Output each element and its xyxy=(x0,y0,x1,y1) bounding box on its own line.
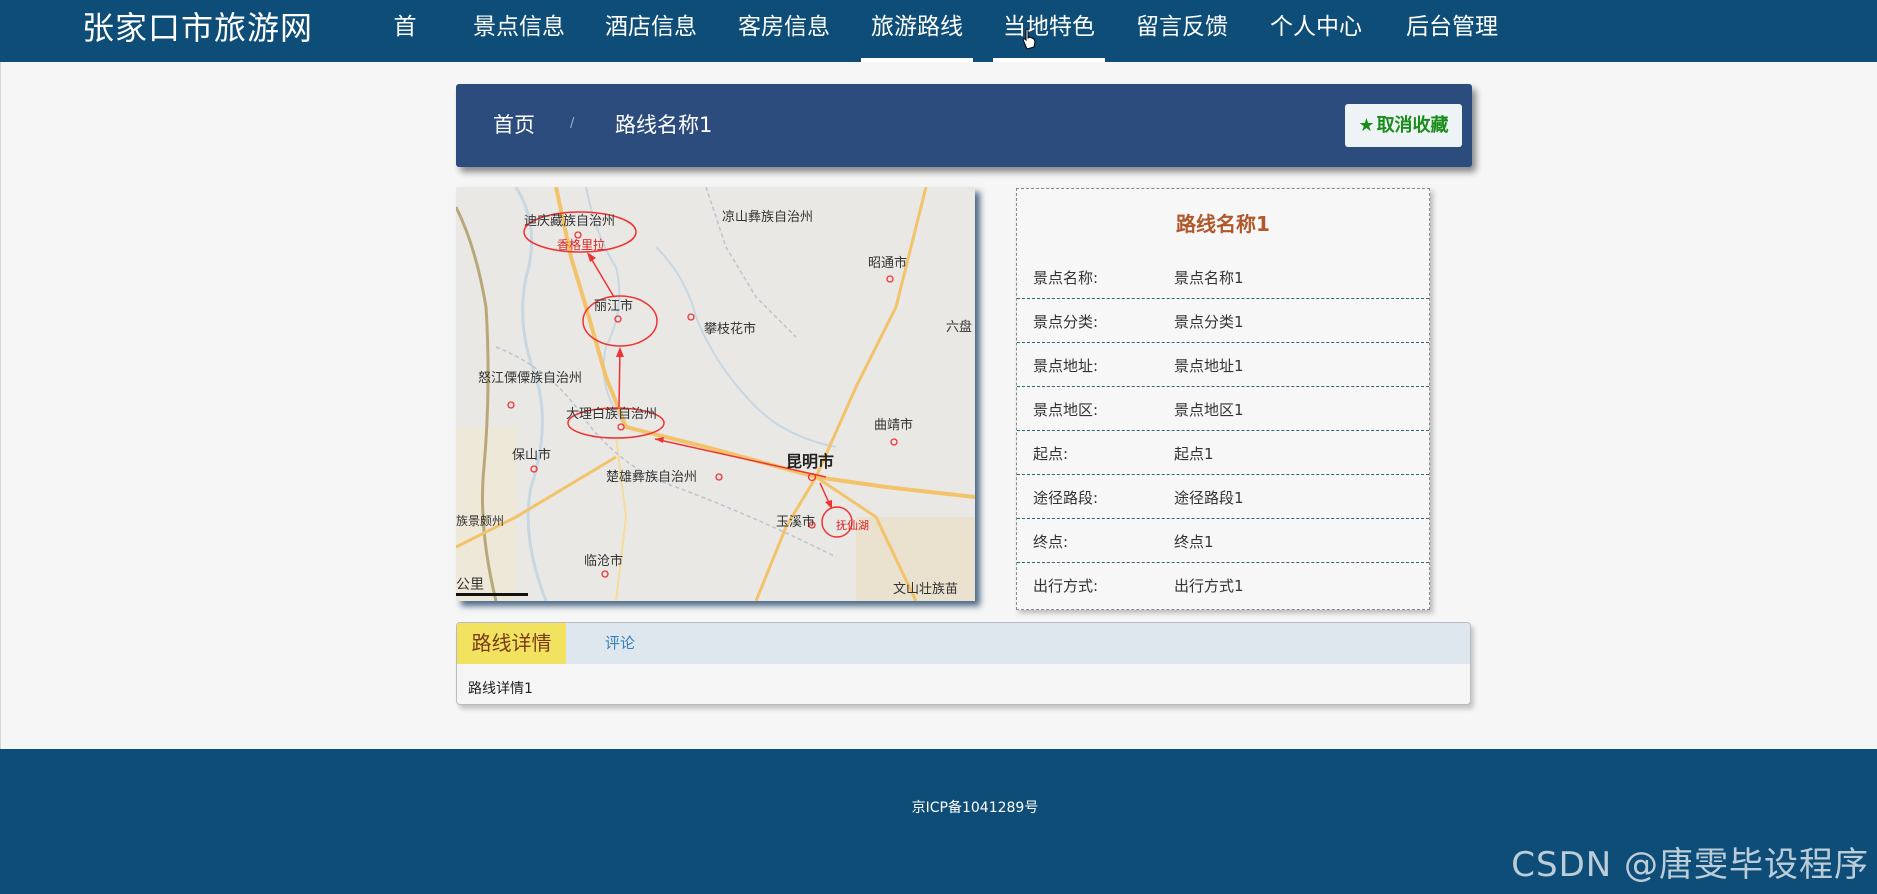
info-label: 景点名称: xyxy=(1033,269,1099,287)
breadcrumb-current: 路线名称1 xyxy=(615,113,713,137)
nav-local-specialty[interactable]: 当地特色 xyxy=(993,0,1105,62)
star-icon: ★ xyxy=(1358,115,1375,136)
info-value: 景点名称1 xyxy=(1174,269,1244,287)
info-row-end-point: 终点: 终点1 xyxy=(1017,519,1429,563)
map-label: 丽江市 xyxy=(594,298,633,314)
route-title: 路线名称1 xyxy=(1176,212,1270,236)
nav-feedback[interactable]: 留言反馈 xyxy=(1136,0,1228,62)
tab-comments[interactable]: 评论 xyxy=(605,623,635,664)
map-label: 楚雄彝族自治州 xyxy=(606,469,697,485)
nav-home[interactable]: 首页 xyxy=(383,0,427,94)
info-value: 途径路段1 xyxy=(1174,489,1244,507)
site-title[interactable]: 张家口市旅游网 xyxy=(82,8,313,48)
info-row-scenic-address: 景点地址: 景点地址1 xyxy=(1017,343,1429,387)
map-label: 攀枝花市 xyxy=(704,321,756,337)
top-navbar: 张家口市旅游网 首页 景点信息 酒店信息 客房信息 旅游路线 当地特色 留言反馈… xyxy=(0,0,1877,94)
info-value: 起点1 xyxy=(1174,445,1214,463)
breadcrumb: 首页 / 路线名称1 ★ 取消收藏 xyxy=(456,84,1472,167)
tab-strip: 路线详情 评论 xyxy=(457,623,1470,664)
info-label: 终点: xyxy=(1033,533,1069,551)
cancel-favorite-button[interactable]: ★ 取消收藏 xyxy=(1345,104,1462,147)
map-label: 临沧市 xyxy=(584,553,623,569)
map-label: 昭通市 xyxy=(868,255,907,271)
map-label: 族景颇州 xyxy=(456,513,504,528)
info-value: 景点分类1 xyxy=(1174,313,1244,331)
map-label: 昆明市 xyxy=(786,452,834,471)
map-label: 香格里拉 xyxy=(557,237,605,252)
info-value: 出行方式1 xyxy=(1174,577,1244,595)
map-label: 大理白族自治州 xyxy=(566,406,657,422)
route-details-content: 路线详情1 xyxy=(468,681,533,697)
info-label: 景点分类: xyxy=(1033,313,1099,331)
tab-route-details[interactable]: 路线详情 xyxy=(457,623,566,664)
hand-cursor-icon xyxy=(1022,28,1036,50)
cancel-favorite-label: 取消收藏 xyxy=(1376,115,1449,136)
info-row-scenic-category: 景点分类: 景点分类1 xyxy=(1017,299,1429,343)
map-label: 迪庆藏族自治州 xyxy=(524,213,615,229)
nav-scenic-info[interactable]: 景点信息 xyxy=(473,0,565,62)
breadcrumb-separator: / xyxy=(570,116,575,131)
info-row-scenic-region: 景点地区: 景点地区1 xyxy=(1017,387,1429,431)
info-label: 景点地区: xyxy=(1033,401,1099,419)
nav-hotel-info[interactable]: 酒店信息 xyxy=(605,0,697,62)
map-label: 文山壮族苗 xyxy=(893,581,958,597)
info-row-via-segments: 途径路段: 途径路段1 xyxy=(1017,475,1429,519)
map-label: 怒江傈僳族自治州 xyxy=(478,370,582,386)
nav-room-info[interactable]: 客房信息 xyxy=(738,0,830,62)
map-label: 曲靖市 xyxy=(874,417,913,433)
info-label: 起点: xyxy=(1033,445,1069,463)
info-value: 景点地区1 xyxy=(1174,401,1244,419)
nav-travel-routes[interactable]: 旅游路线 xyxy=(861,0,973,62)
footer: 京ICP备1041289号 CSDN @唐雯毕设程序 xyxy=(0,749,1877,894)
info-value: 终点1 xyxy=(1174,533,1214,551)
map-scale-label: 公里 xyxy=(456,577,484,593)
icp-record: 京ICP备1041289号 xyxy=(911,800,1039,816)
nav-user-center[interactable]: 个人中心 xyxy=(1270,0,1362,62)
route-map-image: 迪庆藏族自治州 香格里拉 凉山彝族自治州 昭通市 丽江市 攀枝花市 六盘 怒江傈… xyxy=(456,187,975,601)
info-value: 景点地址1 xyxy=(1174,357,1244,375)
route-detail-panel: 路线详情 评论 路线详情1 xyxy=(456,622,1471,705)
map-label: 六盘 xyxy=(946,319,972,335)
map-label: 抚仙湖 xyxy=(836,518,869,532)
nav-admin[interactable]: 后台管理 xyxy=(1406,0,1498,62)
map-label: 凉山彝族自治州 xyxy=(722,209,813,225)
info-label: 景点地址: xyxy=(1033,357,1099,375)
map-scale-bar xyxy=(456,593,528,596)
route-info-panel: 路线名称1 景点名称: 景点名称1 景点分类: 景点分类1 景点地址: 景点地址… xyxy=(1016,188,1430,610)
info-row-scenic-name: 景点名称: 景点名称1 xyxy=(1017,255,1429,299)
breadcrumb-home-link[interactable]: 首页 xyxy=(493,111,535,139)
map-label: 保山市 xyxy=(512,447,551,463)
csdn-watermark: CSDN @唐雯毕设程序 xyxy=(1511,845,1869,885)
info-row-start-point: 起点: 起点1 xyxy=(1017,431,1429,475)
info-row-travel-mode: 出行方式: 出行方式1 xyxy=(1017,563,1429,607)
info-label: 途径路段: xyxy=(1033,489,1099,507)
info-label: 出行方式: xyxy=(1033,577,1099,595)
map-label: 玉溪市 xyxy=(776,514,815,530)
